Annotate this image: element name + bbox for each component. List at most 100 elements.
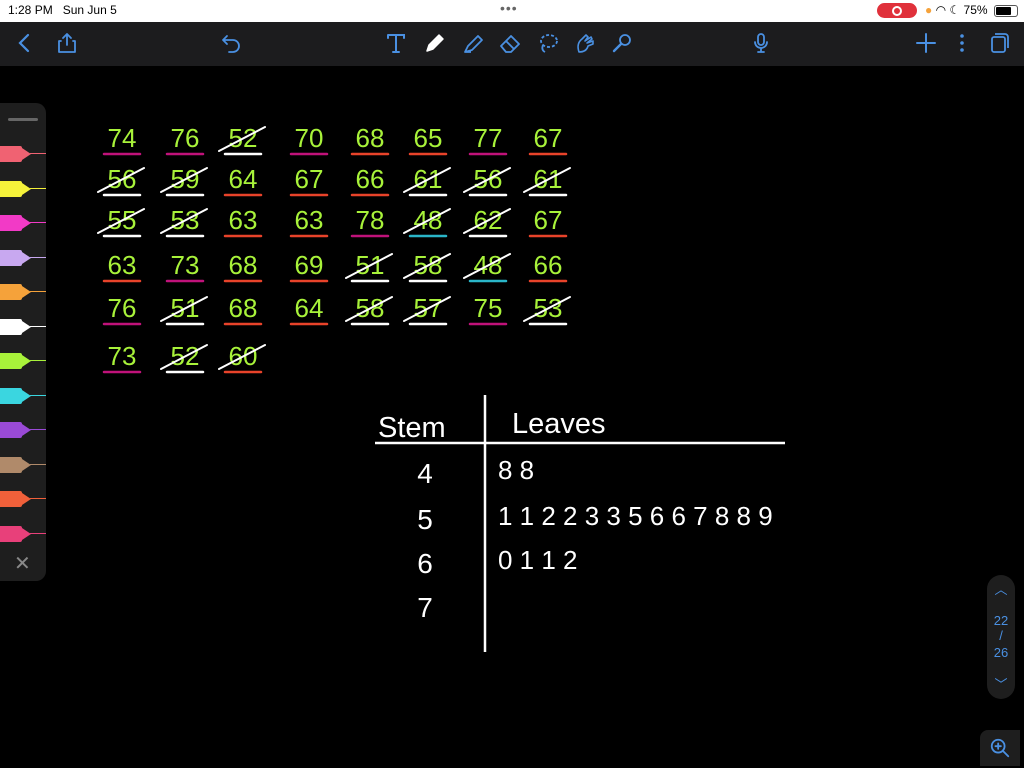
data-value-cell: 67: [289, 164, 329, 197]
image-tool-icon[interactable]: [570, 28, 600, 58]
undo-icon[interactable]: [216, 28, 246, 58]
pen-swatch[interactable]: [0, 488, 46, 510]
data-value-cell: 68: [223, 293, 263, 326]
handwriting-board[interactable]: 7476527068657767565964676661566155536363…: [0, 67, 1024, 768]
data-value-cell: 77: [468, 123, 508, 156]
status-time: 1:28 PM: [8, 3, 53, 17]
pen-swatch[interactable]: [0, 281, 46, 303]
stem-leaf-table: Stem Leaves 4 8 8 5 1 1 2 2 3 3 5 6 6 7 8 8…: [375, 395, 785, 652]
data-value-cell: 52: [160, 341, 208, 374]
close-icon[interactable]: ✕: [14, 551, 31, 576]
data-value-cell: 53: [160, 205, 208, 238]
data-value: 76: [171, 123, 200, 153]
laser-pointer-icon[interactable]: [607, 28, 637, 58]
pen-swatch[interactable]: [0, 316, 46, 338]
data-value-cell: 51: [160, 293, 208, 326]
pen-swatch[interactable]: [0, 247, 46, 269]
data-value: 64: [295, 293, 324, 323]
status-date: Sun Jun 5: [62, 3, 117, 17]
data-value-cell: 58: [403, 250, 451, 283]
battery-icon: [994, 5, 1018, 17]
data-values-grid: 74 76 52 70 68 65 77 67 56 59 64 67 66 61 56 61 55 53 63 63…: [97, 123, 571, 374]
zoom-icon[interactable]: [980, 730, 1020, 766]
pen-swatch[interactable]: [0, 523, 46, 545]
pen-tool-icon[interactable]: [420, 28, 450, 58]
text-tool-icon[interactable]: [381, 28, 411, 58]
data-value: 63: [108, 250, 137, 280]
data-value: 64: [229, 164, 258, 194]
add-page-icon[interactable]: [911, 28, 941, 58]
pen-swatch[interactable]: [0, 385, 46, 407]
stem-value: 6: [417, 548, 433, 579]
data-value: 67: [534, 123, 563, 153]
data-value: 63: [295, 205, 324, 235]
data-value-cell: 68: [350, 123, 390, 156]
data-value-cell: 63: [223, 205, 263, 238]
battery-percent: 75%: [963, 3, 988, 17]
share-icon[interactable]: [52, 28, 82, 58]
note-canvas[interactable]: 7476527068657767565964676661566155536363…: [0, 67, 1024, 768]
status-indicators: ● ◠ ☾ 75%: [925, 3, 988, 17]
pen-palette: ✕: [0, 103, 46, 581]
leaf-values: 8 8: [498, 455, 534, 485]
moon-icon: ☾: [949, 3, 961, 17]
data-value: 68: [229, 250, 258, 280]
data-value-cell: 64: [223, 164, 263, 197]
pages-icon[interactable]: [983, 28, 1013, 58]
data-value-cell: 70: [289, 123, 329, 156]
screen-recording-icon[interactable]: [877, 3, 917, 18]
data-value-cell: 61: [403, 164, 451, 197]
data-value-cell: 61: [523, 164, 571, 197]
pen-swatch[interactable]: [0, 178, 46, 200]
eraser-tool-icon[interactable]: [495, 28, 525, 58]
data-value: 68: [356, 123, 385, 153]
current-page: 22: [993, 613, 1009, 628]
multitasking-dots-icon[interactable]: •••: [500, 0, 518, 16]
pen-swatch[interactable]: [0, 454, 46, 476]
data-value-cell: 66: [528, 250, 568, 283]
leaves-header: Leaves: [512, 408, 606, 440]
microphone-icon[interactable]: [746, 28, 776, 58]
data-value-cell: 52: [218, 123, 266, 156]
chevron-down-icon[interactable]: ﹀: [987, 674, 1015, 693]
data-value-cell: 56: [97, 164, 145, 197]
data-value-cell: 55: [97, 205, 145, 238]
back-icon[interactable]: [10, 28, 40, 58]
data-value: 74: [108, 123, 137, 153]
stem-value: 4: [417, 458, 433, 489]
status-bar: 1:28 PM Sun Jun 5 ••• ● ◠ ☾ 75%: [0, 0, 1024, 22]
data-value: 73: [171, 250, 200, 280]
data-value-cell: 75: [468, 293, 508, 326]
pen-swatch[interactable]: [0, 212, 46, 234]
orange-dot-icon: ●: [925, 3, 933, 17]
page-separator: /: [999, 628, 1003, 643]
pen-swatch[interactable]: [0, 350, 46, 372]
stem-value: 7: [417, 592, 433, 623]
data-value-cell: 65: [408, 123, 448, 156]
toolbar: [0, 22, 1024, 66]
data-value: 73: [108, 341, 137, 371]
pen-swatch[interactable]: [0, 143, 46, 165]
pen-swatch[interactable]: [0, 419, 46, 441]
data-value-cell: 69: [289, 250, 329, 283]
data-value: 66: [534, 250, 563, 280]
data-value-cell: 48: [463, 250, 511, 283]
total-pages: 26: [993, 645, 1009, 660]
page-navigator: ︿ 22 / 26 ﹀: [987, 575, 1015, 699]
stem-value: 5: [417, 504, 433, 535]
highlighter-tool-icon[interactable]: [458, 28, 488, 58]
data-value-cell: 51: [345, 250, 393, 283]
data-value-cell: 59: [160, 164, 208, 197]
data-value: 66: [356, 164, 385, 194]
stem-header: Stem: [378, 412, 446, 444]
chevron-up-icon[interactable]: ︿: [987, 579, 1015, 598]
lasso-tool-icon[interactable]: [533, 28, 563, 58]
data-value: 77: [474, 123, 503, 153]
data-value-cell: 73: [165, 250, 205, 283]
wifi-icon: ◠: [935, 3, 947, 17]
data-value-cell: 58: [345, 293, 393, 326]
data-value-cell: 48: [403, 205, 451, 238]
data-value-cell: 63: [102, 250, 142, 283]
more-icon[interactable]: [947, 28, 977, 58]
palette-grip-handle[interactable]: [8, 118, 38, 121]
